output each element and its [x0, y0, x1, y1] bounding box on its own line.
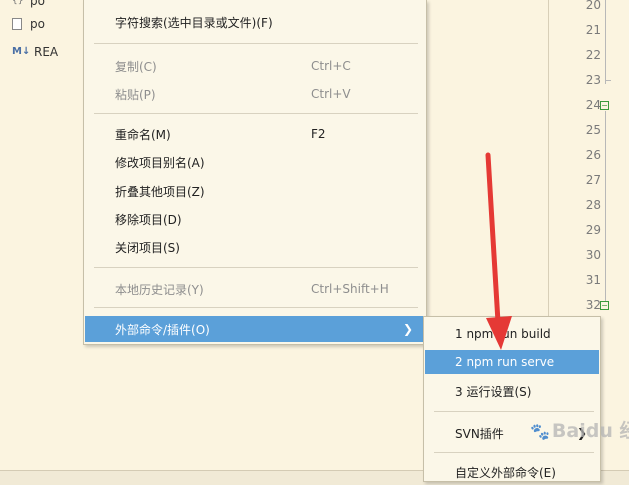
annotation-arrow-shaft	[485, 152, 501, 325]
line-number: 24	[585, 98, 601, 112]
markdown-icon: M↓	[12, 46, 31, 57]
menu-item-label: 外部命令/插件(O)	[115, 322, 210, 337]
menu-item-label: 字符搜索(选中目录或文件)(F)	[115, 15, 273, 30]
document-icon	[12, 18, 22, 30]
line-number: 25	[585, 123, 601, 137]
line-number: 32	[585, 298, 601, 312]
submenu-item-label: 2 npm run serve	[455, 355, 555, 369]
menu-separator	[94, 307, 418, 308]
menu-item-label: 移除项目(D)	[115, 212, 182, 227]
menu-item-external-commands[interactable]: 外部命令/插件(O) ❯	[85, 316, 425, 342]
menu-item-shortcut: Ctrl+C	[311, 59, 351, 73]
submenu-item-label: 自定义外部命令(E)	[455, 465, 556, 480]
line-number: 30	[585, 248, 601, 262]
menu-item-label: 重命名(M)	[115, 127, 171, 142]
submenu-item-label: SVN插件	[455, 426, 504, 441]
file-label: REA	[34, 45, 59, 59]
watermark-text: Baidu 经验	[551, 420, 629, 442]
external-commands-submenu: 1 npm run build 2 npm run serve 3 运行设置(S…	[423, 316, 601, 482]
line-number: 27	[585, 173, 601, 187]
menu-item-paste[interactable]: 粘贴(P) Ctrl+V	[85, 82, 425, 106]
submenu-separator	[434, 411, 594, 412]
submenu-item-label: 3 运行设置(S)	[455, 384, 532, 399]
file-item[interactable]: M↓ REA	[12, 42, 58, 62]
menu-item-shortcut: F2	[311, 127, 326, 141]
file-icon: {}	[12, 0, 24, 6]
line-number: 26	[585, 148, 601, 162]
submenu-item-npm-serve[interactable]: 2 npm run serve	[425, 350, 599, 374]
menu-separator	[94, 267, 418, 268]
file-label: po	[30, 17, 45, 31]
project-sidebar: {} po po M↓ REA	[0, 0, 90, 470]
line-number: 28	[585, 198, 601, 212]
line-number: 21	[585, 23, 601, 37]
menu-item-label: 折叠其他项目(Z)	[115, 184, 205, 199]
menu-item-label: 复制(C)	[115, 59, 157, 74]
submenu-item-label: 1 npm run build	[455, 327, 551, 341]
menu-item-label: 修改项目别名(A)	[115, 155, 205, 170]
menu-separator	[94, 43, 418, 44]
line-number: 23	[585, 73, 601, 87]
menu-item-shortcut: Ctrl+V	[311, 87, 351, 101]
fold-collapse-icon[interactable]: −	[600, 301, 609, 310]
baidu-watermark: 🐾Baidu 经验	[530, 416, 629, 456]
file-item[interactable]: {} po	[12, 0, 45, 11]
line-number: 31	[585, 273, 601, 287]
submenu-item-npm-build[interactable]: 1 npm run build	[425, 322, 599, 346]
file-item[interactable]: po	[12, 14, 45, 34]
menu-item-remove-project[interactable]: 移除项目(D)	[85, 207, 425, 231]
menu-item-label: 关闭项目(S)	[115, 240, 180, 255]
line-number: 29	[585, 223, 601, 237]
submenu-item-custom-commands[interactable]: 自定义外部命令(E)	[425, 460, 599, 481]
menu-item-label: 本地历史记录(Y)	[115, 282, 204, 297]
menu-separator	[94, 113, 418, 114]
paw-icon: 🐾	[530, 422, 550, 441]
fold-guide-line	[605, 0, 606, 84]
menu-item-shortcut: Ctrl+Shift+H	[311, 282, 389, 296]
fold-collapse-icon[interactable]: −	[600, 101, 609, 110]
context-menu: 字符搜索(选中目录或文件)(F) 复制(C) Ctrl+C 粘贴(P) Ctrl…	[83, 0, 427, 345]
submenu-item-run-settings[interactable]: 3 运行设置(S)	[425, 379, 599, 403]
chevron-right-icon: ❯	[402, 322, 413, 336]
file-label: po	[30, 0, 45, 8]
fold-guide-line	[605, 111, 606, 301]
menu-item-copy[interactable]: 复制(C) Ctrl+C	[85, 54, 425, 78]
line-number: 22	[585, 48, 601, 62]
menu-item-label: 粘贴(P)	[115, 87, 156, 102]
fold-guide-end	[605, 80, 611, 81]
menu-item-close-project[interactable]: 关闭项目(S)	[85, 235, 425, 259]
menu-item-rename[interactable]: 重命名(M) F2	[85, 122, 425, 146]
menu-item-edit-alias[interactable]: 修改项目别名(A)	[85, 150, 425, 174]
line-number: 20	[585, 0, 601, 12]
menu-item-local-history[interactable]: 本地历史记录(Y) Ctrl+Shift+H	[85, 277, 425, 301]
menu-item-char-search[interactable]: 字符搜索(选中目录或文件)(F)	[85, 10, 425, 34]
menu-item-collapse-others[interactable]: 折叠其他项目(Z)	[85, 179, 425, 203]
